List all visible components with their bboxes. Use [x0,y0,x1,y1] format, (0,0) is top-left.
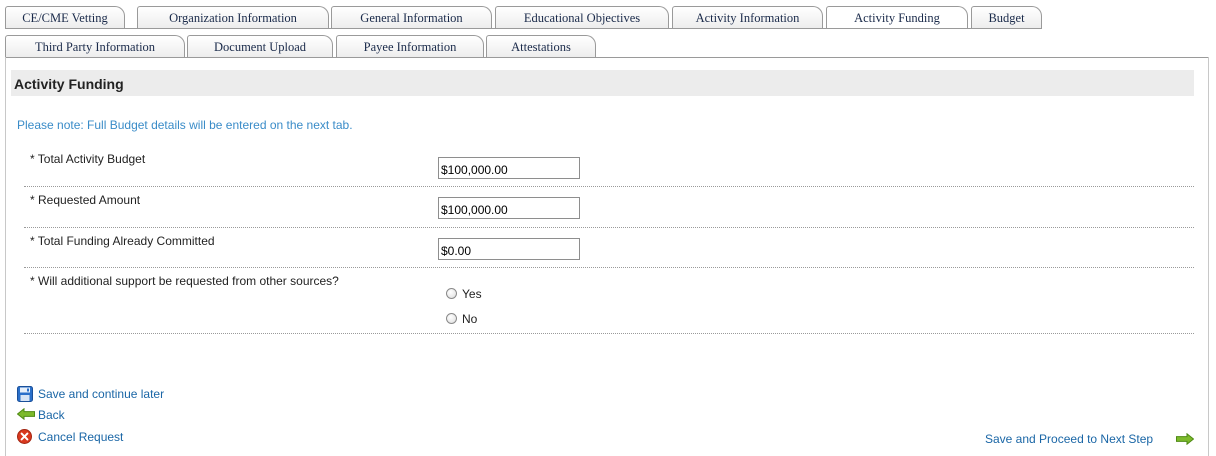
save-disk-icon[interactable] [17,386,33,402]
tab-attestations[interactable]: Attestations [486,35,596,57]
tab-activity-funding[interactable]: Activity Funding [826,6,968,28]
save-continue-later-link[interactable]: Save and continue later [38,387,164,401]
funding-committed-label: * Total Funding Already Committed [30,234,215,248]
row-divider [24,333,1194,334]
cancel-icon[interactable] [17,429,32,444]
tab-document-upload[interactable]: Document Upload [187,35,333,57]
tab-payee-information[interactable]: Payee Information [336,35,484,57]
tab-activity-information[interactable]: Activity Information [672,6,823,28]
additional-support-no-radio[interactable] [446,313,457,324]
cancel-request-link[interactable]: Cancel Request [38,430,123,444]
additional-support-yes-label[interactable]: Yes [462,287,482,301]
tab-educational-objectives[interactable]: Educational Objectives [495,6,669,28]
tab-ce-cme-vetting[interactable]: CE/CME Vetting [5,6,125,28]
section-header-bar [11,70,1194,96]
back-arrow-icon[interactable] [17,408,35,420]
tab-budget[interactable]: Budget [971,6,1042,28]
budget-note: Please note: Full Budget details will be… [17,118,353,132]
tab-third-party-information[interactable]: Third Party Information [5,35,185,57]
row-divider [24,227,1194,228]
total-activity-budget-input[interactable] [438,157,580,179]
tab-organization-information[interactable]: Organization Information [137,6,329,28]
additional-support-label: * Will additional support be requested f… [30,274,339,288]
tab-row-1-baseline [5,28,1042,29]
back-link[interactable]: Back [38,408,65,422]
row-divider [24,267,1194,268]
total-activity-budget-label: * Total Activity Budget [30,152,146,166]
additional-support-yes-radio[interactable] [446,288,457,299]
row-divider [24,186,1194,187]
section-title: Activity Funding [14,76,124,92]
next-arrow-icon[interactable] [1176,433,1194,445]
content-panel [5,57,1209,456]
additional-support-no-label[interactable]: No [462,312,477,326]
requested-amount-input[interactable] [438,197,580,219]
save-proceed-next-link[interactable]: Save and Proceed to Next Step [985,432,1153,446]
requested-amount-label: * Requested Amount [30,193,141,207]
funding-committed-input[interactable] [438,238,580,260]
tab-general-information[interactable]: General Information [331,6,492,28]
